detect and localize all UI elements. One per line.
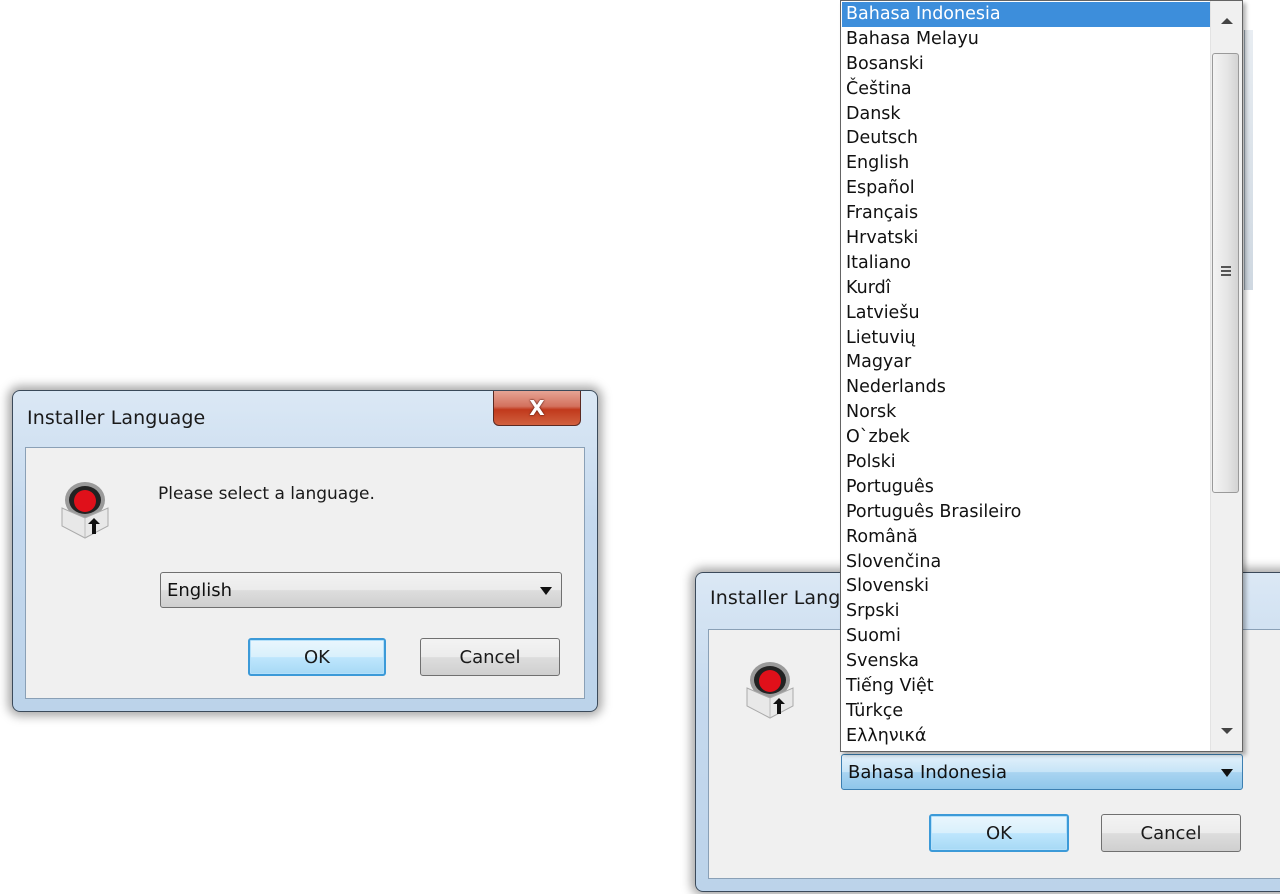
language-select-value: English xyxy=(167,580,232,601)
language-select[interactable]: Bahasa Indonesia xyxy=(841,754,1243,790)
cancel-button[interactable]: Cancel xyxy=(420,638,560,676)
language-option[interactable]: Norsk xyxy=(842,400,1210,425)
language-option[interactable]: Lietuvių xyxy=(842,326,1210,351)
language-option[interactable]: Slovenčina xyxy=(842,550,1210,575)
language-option[interactable]: Nederlands xyxy=(842,375,1210,400)
grip-icon xyxy=(1221,266,1231,278)
language-dropdown-list[interactable]: Bahasa Indonesia Bahasa Melayu Bosanski Češ… xyxy=(840,0,1243,752)
language-option[interactable]: Español xyxy=(842,176,1210,201)
language-option[interactable]: Tiếng Việt xyxy=(842,674,1210,699)
language-option[interactable]: Srpski xyxy=(842,599,1210,624)
language-option[interactable]: Bahasa Melayu xyxy=(842,27,1210,52)
dialog-title: Installer Language xyxy=(27,407,206,429)
language-select[interactable]: English xyxy=(160,572,562,608)
language-option[interactable]: Dansk xyxy=(842,102,1210,127)
close-button[interactable]: X xyxy=(493,391,581,426)
language-option[interactable]: Türkçe xyxy=(842,699,1210,724)
language-option[interactable]: Português xyxy=(842,475,1210,500)
vertical-scrollbar[interactable] xyxy=(1210,1,1242,751)
language-option[interactable]: English xyxy=(842,151,1210,176)
ok-button[interactable]: OK xyxy=(929,814,1069,852)
language-option[interactable]: Hrvatski xyxy=(842,226,1210,251)
language-option[interactable]: O`zbek xyxy=(842,425,1210,450)
language-option[interactable]: Suomi xyxy=(842,624,1210,649)
language-option[interactable]: Română xyxy=(842,525,1210,550)
language-option[interactable]: Magyar xyxy=(842,350,1210,375)
background-window-edge xyxy=(1244,30,1253,290)
language-option[interactable]: Latviešu xyxy=(842,301,1210,326)
language-option[interactable]: Italiano xyxy=(842,251,1210,276)
language-options: Bahasa Indonesia Bahasa Melayu Bosanski Češ… xyxy=(842,2,1210,749)
chevron-down-icon xyxy=(540,587,552,595)
language-option[interactable]: Deutsch xyxy=(842,126,1210,151)
language-option[interactable]: Svenska xyxy=(842,649,1210,674)
language-select-value: Bahasa Indonesia xyxy=(848,762,1007,783)
language-option[interactable]: Čeština xyxy=(842,77,1210,102)
language-option[interactable]: Slovenski xyxy=(842,574,1210,599)
language-option[interactable]: Polski xyxy=(842,450,1210,475)
language-option[interactable]: Bosanski xyxy=(842,52,1210,77)
ok-button[interactable]: OK xyxy=(248,638,386,676)
chevron-down-icon xyxy=(1221,769,1233,777)
language-option[interactable]: Bahasa Indonesia xyxy=(842,2,1210,27)
arrow-up-icon xyxy=(1220,18,1233,24)
scroll-thumb[interactable] xyxy=(1212,53,1239,493)
installer-box-icon xyxy=(746,662,794,719)
prompt-text: Please select a language. xyxy=(158,484,375,504)
installer-box-icon xyxy=(61,482,109,539)
scroll-up-button[interactable] xyxy=(1211,1,1242,41)
language-option[interactable]: Português Brasileiro xyxy=(842,500,1210,525)
dialog-client-area: Please select a language. English OK Can… xyxy=(25,447,585,699)
installer-language-dialog-left: Installer Language X Please select a lan… xyxy=(12,390,598,712)
language-option[interactable]: Ελληνικά xyxy=(842,724,1210,749)
arrow-down-icon xyxy=(1220,728,1233,734)
language-option[interactable]: Kurdî xyxy=(842,276,1210,301)
language-option[interactable]: Français xyxy=(842,201,1210,226)
scroll-down-button[interactable] xyxy=(1211,711,1242,751)
close-icon: X xyxy=(529,396,545,420)
cancel-button[interactable]: Cancel xyxy=(1101,814,1241,852)
